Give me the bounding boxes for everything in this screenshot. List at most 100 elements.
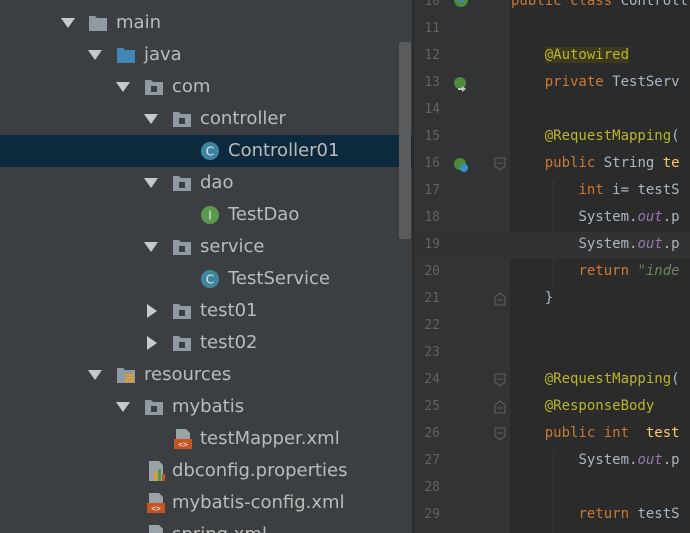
line-number: 28 (424, 480, 440, 495)
tree-scrollbar[interactable] (399, 42, 411, 239)
code-text: @ResponseBody (544, 398, 655, 414)
code-line[interactable]: 22 (414, 313, 690, 340)
package-icon (145, 400, 163, 415)
tree-item-dao[interactable]: dao (0, 167, 412, 199)
line-number: 14 (424, 102, 440, 117)
code-line[interactable]: 10 public class Controll (414, 0, 690, 16)
code-line[interactable]: 16 public String te (414, 151, 690, 178)
code-line-current[interactable]: 19 System.out.p (414, 232, 690, 259)
code-line[interactable]: 24 @RequestMapping( (414, 367, 690, 394)
request-mapping-icon[interactable] (452, 156, 470, 174)
code-editor[interactable]: 10 public class Controll 11 12 @Autowire… (414, 0, 690, 533)
code-text: return "inde (578, 263, 680, 279)
code-line[interactable]: 20 return "inde (414, 259, 690, 286)
tree-item-label: resources (144, 364, 232, 385)
class-icon: C (201, 270, 219, 288)
code-line[interactable]: 23 (414, 340, 690, 367)
tree-item-test01[interactable]: test01 (0, 295, 412, 327)
tree-item-label: test01 (200, 300, 258, 321)
expand-arrow-icon[interactable] (88, 50, 102, 60)
tree-item-label: test02 (200, 332, 258, 353)
line-number: 20 (424, 264, 440, 279)
collapse-arrow-icon[interactable] (147, 304, 157, 318)
code-line[interactable]: 17 int i= testS (414, 178, 690, 205)
code-line[interactable]: 29 return testS (414, 502, 690, 529)
line-number: 17 (424, 183, 440, 198)
tree-item-resources[interactable]: resources (0, 359, 412, 391)
xml-file-icon: <> (174, 429, 192, 449)
code-line[interactable]: 25 @ResponseBody (414, 394, 690, 421)
code-line[interactable]: 12 @Autowired (414, 43, 690, 70)
code-text: @RequestMapping( (544, 128, 680, 144)
code-text: public class Controll (511, 0, 689, 9)
code-line[interactable]: 27 System.out.p (414, 448, 690, 475)
code-text: public String te (544, 155, 680, 171)
svg-text:I: I (208, 209, 212, 223)
code-line[interactable]: 26 public int test (414, 421, 690, 448)
line-number: 22 (424, 318, 440, 333)
code-text: System.out.p (578, 209, 680, 225)
line-number: 19 (424, 237, 440, 252)
tree-item-controller01[interactable]: C Controller01 (0, 135, 412, 167)
tree-item-java[interactable]: java (0, 39, 412, 71)
code-line[interactable]: 21 } (414, 286, 690, 313)
expand-arrow-icon[interactable] (116, 402, 130, 412)
tree-item-testdao[interactable]: I TestDao (0, 199, 412, 231)
folder-icon (89, 16, 107, 31)
code-text: System.out.p (578, 452, 680, 468)
tree-item-main[interactable]: main (0, 7, 412, 39)
tree-item-label: main (116, 12, 161, 33)
code-line[interactable]: 18 System.out.p (414, 205, 690, 232)
svg-text:C: C (206, 145, 214, 159)
tree-item-label: com (172, 76, 211, 97)
package-icon (173, 240, 191, 255)
line-number: 12 (424, 48, 440, 63)
tree-item-service[interactable]: service (0, 231, 412, 263)
code-line[interactable]: 11 (414, 16, 690, 43)
resources-folder-icon (117, 368, 135, 383)
tree-item-mybatis-config-xml[interactable]: <> mybatis-config.xml (0, 487, 412, 519)
tree-item-com[interactable]: com (0, 71, 412, 103)
code-line[interactable]: 28 (414, 475, 690, 502)
code-line[interactable]: 14 (414, 97, 690, 124)
fold-end-icon[interactable] (494, 292, 506, 306)
tree-item-dbconfig-properties[interactable]: dbconfig.properties (0, 455, 412, 487)
expand-arrow-icon[interactable] (144, 114, 158, 124)
line-number: 11 (424, 21, 440, 36)
interface-icon: I (201, 206, 219, 224)
code-text: } (511, 290, 554, 306)
tree-item-testservice[interactable]: C TestService (0, 263, 412, 295)
tree-item-controller[interactable]: controller (0, 103, 412, 135)
expand-arrow-icon[interactable] (144, 178, 158, 188)
package-icon (173, 304, 191, 319)
expand-arrow-icon[interactable] (116, 82, 130, 92)
code-text: int i= testS (578, 182, 680, 198)
class-icon: C (201, 142, 219, 160)
expand-arrow-icon[interactable] (88, 370, 102, 380)
line-number: 10 (424, 0, 440, 9)
code-text: @Autowired (544, 47, 630, 63)
tree-item-test02[interactable]: test02 (0, 327, 412, 359)
code-line[interactable]: 13 private TestServ (414, 70, 690, 97)
tree-item-testmapper-xml[interactable]: <> testMapper.xml (0, 423, 412, 455)
tree-item-spring-xml[interactable]: spring.xml (0, 519, 412, 533)
code-text: private TestServ (544, 74, 680, 90)
tree-item-label: mybatis (172, 396, 245, 417)
tree-item-mybatis[interactable]: mybatis (0, 391, 412, 423)
bean-class-icon[interactable] (452, 0, 470, 9)
autowired-navigate-icon[interactable] (452, 75, 470, 93)
package-icon (173, 176, 191, 191)
expand-arrow-icon[interactable] (144, 242, 158, 252)
expand-arrow-icon[interactable] (61, 18, 75, 28)
fold-icon[interactable] (494, 427, 506, 441)
fold-icon[interactable] (494, 373, 506, 387)
tree-item-label: TestDao (228, 204, 300, 225)
fold-icon[interactable] (494, 157, 506, 171)
fold-end-icon[interactable] (494, 400, 506, 414)
line-number: 13 (424, 75, 440, 90)
svg-text:<>: <> (151, 504, 161, 513)
project-tree: main java com controller C Controller01 … (0, 0, 412, 533)
line-number: 18 (424, 210, 440, 225)
collapse-arrow-icon[interactable] (147, 336, 157, 350)
code-line[interactable]: 15 @RequestMapping( (414, 124, 690, 151)
